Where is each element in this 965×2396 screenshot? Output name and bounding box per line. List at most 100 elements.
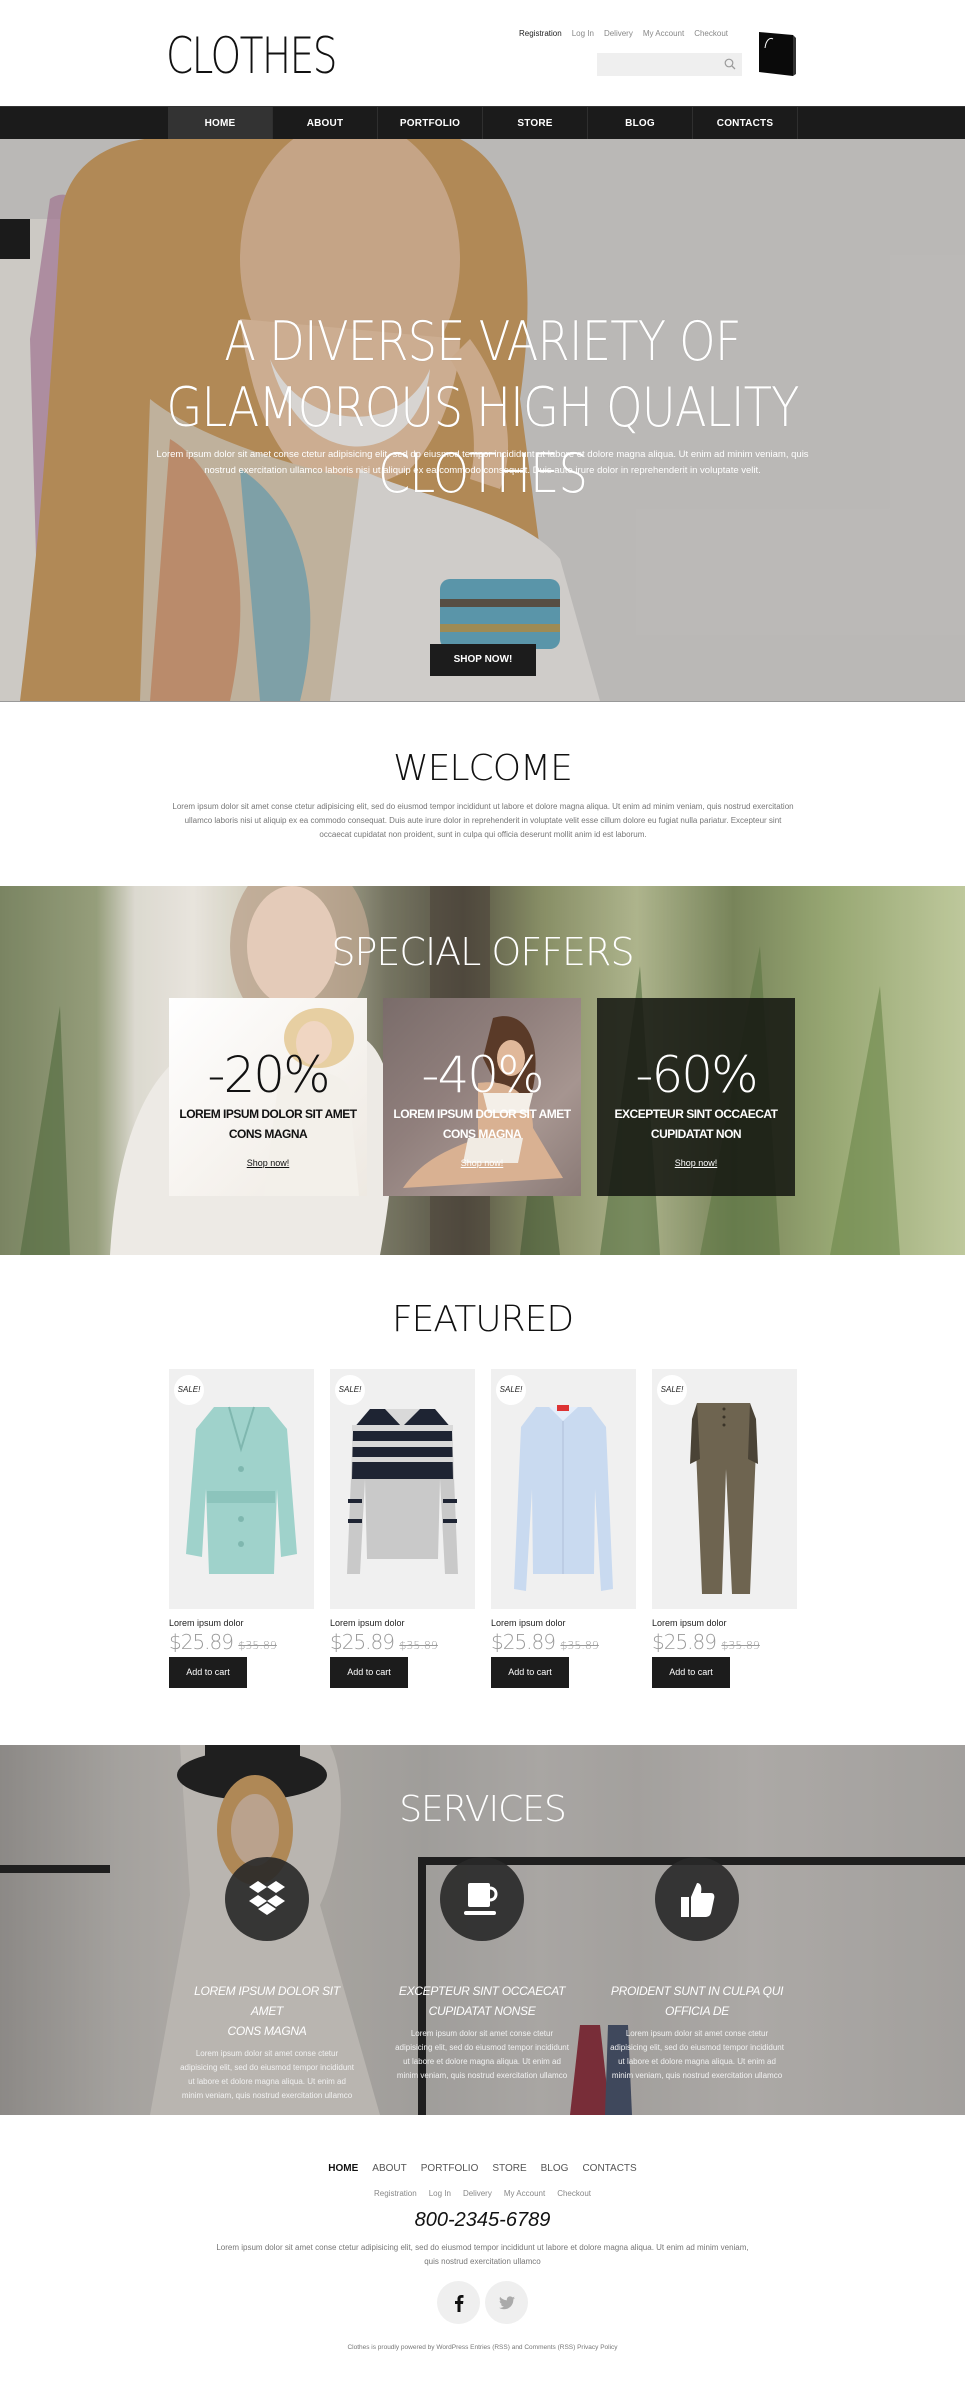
top-link-registration[interactable]: Registration [519, 29, 562, 38]
footer-nav-store[interactable]: STORE [492, 2163, 526, 2174]
sale-badge: SALE! [174, 1375, 204, 1405]
offer-shop-now-link[interactable]: Shop now! [247, 1158, 290, 1168]
shop-now-button[interactable]: SHOP NOW! [430, 644, 536, 676]
footer-link-checkout[interactable]: Checkout [557, 2189, 591, 2198]
footer-link-registration[interactable]: Registration [374, 2189, 417, 2198]
site-header: CLOTHES Registration Log In Delivery My … [0, 0, 965, 106]
product-card: SALE! Lorem ipsum dolor $25.89 $35.89 Ad… [169, 1369, 314, 1688]
sale-badge: SALE! [657, 1375, 687, 1405]
product-name: Lorem ipsum dolor [330, 1618, 405, 1628]
nav-item-store[interactable]: STORE [483, 107, 588, 140]
product-image-link[interactable]: SALE! [169, 1369, 314, 1609]
product-image-olive-trousers [690, 1403, 758, 1594]
shopping-bag-icon[interactable] [757, 30, 797, 76]
product-image-striped-sweater [347, 1409, 458, 1574]
search-input[interactable] [597, 53, 717, 76]
product-old-price: $35.89 [721, 1639, 760, 1652]
sale-badge: SALE! [335, 1375, 365, 1405]
footer-nav-blog[interactable]: BLOG [541, 2163, 569, 2174]
product-image-trench-coat [186, 1406, 297, 1574]
offer-shop-now-link[interactable]: Shop now! [461, 1158, 504, 1168]
main-nav: HOME ABOUT PORTFOLIO STORE BLOG CONTACTS [0, 106, 965, 140]
product-card: SALE! Lorem ipsum dolor $25.89 $35.89 Ad… [330, 1369, 475, 1688]
top-link-delivery[interactable]: Delivery [604, 29, 633, 38]
offer-discount: -20% [207, 1046, 330, 1104]
service-item: EXCEPTEUR SINT OCCAECAT CUPIDATAT NONSE … [392, 1857, 572, 2083]
product-name: Lorem ipsum dolor [491, 1618, 566, 1628]
product-card: SALE! Lorem ipsum dolor $25.89 $35.89 Ad… [652, 1369, 797, 1688]
offer-discount: -60% [635, 1046, 758, 1104]
featured-section: FEATURED SALE! Lorem ipsum dolor $25.89 … [0, 1255, 965, 1745]
footer-nav-portfolio[interactable]: PORTFOLIO [421, 2163, 479, 2174]
services-section: SERVICES LOREM IPSUM DOLOR SIT AMET CONS… [0, 1745, 965, 2115]
footer-nav-about[interactable]: ABOUT [372, 2163, 406, 2174]
social-links [437, 2281, 528, 2324]
service-text: Lorem ipsum dolor sit amet conse ctetur … [610, 2029, 784, 2080]
thumbs-up-icon [681, 1883, 715, 1917]
facebook-icon [454, 2294, 463, 2312]
footer-link-delivery[interactable]: Delivery [463, 2189, 492, 2198]
footer-link-login[interactable]: Log In [429, 2189, 451, 2198]
product-price: $25.89 $35.89 [652, 1630, 760, 1654]
footer-text: Lorem ipsum dolor sit amet conse ctetur … [216, 2243, 749, 2266]
featured-title: FEATURED [391, 1299, 574, 1340]
product-price: $25.89 $35.89 [169, 1630, 277, 1654]
top-link-checkout[interactable]: Checkout [694, 29, 728, 38]
service-item: LOREM IPSUM DOLOR SIT AMET CONS MAGNA Lo… [177, 1857, 357, 2103]
product-card: SALE! Lorem ipsum dolor $25.89 $35.89 Ad… [491, 1369, 636, 1688]
service-title: LOREM IPSUM DOLOR SIT AMET CONS MAGNA [194, 1984, 340, 2038]
sale-badge: SALE! [496, 1375, 526, 1405]
product-image-link[interactable]: SALE! [491, 1369, 636, 1609]
welcome-title: WELCOME [393, 748, 573, 789]
footer-nav-home[interactable]: HOME [328, 2163, 358, 2174]
offer-shop-now-link[interactable]: Shop now! [675, 1158, 718, 1168]
offer-description: LOREM IPSUM DOLOR SIT AMET CONS MAGNA [393, 1107, 571, 1141]
footer-nav: HOME ABOUT PORTFOLIO STORE BLOG CONTACTS [0, 2163, 965, 2174]
search-icon[interactable] [724, 58, 736, 70]
offer-card[interactable]: -20% LOREM IPSUM DOLOR SIT AMET CONS MAG… [169, 998, 367, 1196]
service-item: PROIDENT SUNT IN CULPA QUI OFFICIA DE Lo… [607, 1857, 787, 2083]
nav-item-home[interactable]: HOME [168, 107, 273, 140]
site-footer: HOME ABOUT PORTFOLIO STORE BLOG CONTACTS… [0, 2115, 965, 2396]
product-image-link[interactable]: SALE! [652, 1369, 797, 1609]
add-to-cart-button[interactable]: Add to cart [652, 1657, 730, 1688]
offer-description: EXCEPTEUR SINT OCCAECAT CUPIDATAT NON [614, 1107, 778, 1141]
footer-link-my-account[interactable]: My Account [504, 2189, 545, 2198]
footer-links: Registration Log In Delivery My Account … [0, 2189, 965, 2198]
services-title: SERVICES [399, 1789, 567, 1830]
service-text: Lorem ipsum dolor sit amet conse ctetur … [180, 2049, 354, 2100]
product-old-price: $35.89 [399, 1639, 438, 1652]
add-to-cart-button[interactable]: Add to cart [169, 1657, 247, 1688]
nav-item-portfolio[interactable]: PORTFOLIO [378, 107, 483, 140]
nav-item-blog[interactable]: BLOG [588, 107, 693, 140]
add-to-cart-button[interactable]: Add to cart [491, 1657, 569, 1688]
hero-banner: A DIVERSE VARIETY OF GLAMOROUS HIGH QUAL… [0, 139, 965, 701]
search-box [597, 53, 742, 76]
product-name: Lorem ipsum dolor [652, 1618, 727, 1628]
offer-card[interactable]: -60% EXCEPTEUR SINT OCCAECAT CUPIDATAT N… [597, 998, 795, 1196]
special-offers-title: SPECIAL OFFERS [331, 930, 634, 974]
site-logo[interactable]: CLOTHES [166, 27, 337, 85]
footer-nav-contacts[interactable]: CONTACTS [582, 2163, 636, 2174]
product-image-link[interactable]: SALE! [330, 1369, 475, 1609]
service-title: EXCEPTEUR SINT OCCAECAT CUPIDATAT NONSE [398, 1984, 566, 2018]
twitter-icon [498, 2295, 515, 2309]
welcome-text: Lorem ipsum dolor sit amet conse ctetur … [172, 802, 794, 839]
nav-item-contacts[interactable]: CONTACTS [693, 107, 798, 140]
dropbox-icon [249, 1881, 285, 1915]
twitter-button[interactable] [485, 2281, 528, 2324]
nav-item-about[interactable]: ABOUT [273, 107, 378, 140]
product-old-price: $35.89 [560, 1639, 599, 1652]
top-link-login[interactable]: Log In [572, 29, 594, 38]
offer-description: LOREM IPSUM DOLOR SIT AMET CONS MAGNA [179, 1107, 357, 1141]
facebook-button[interactable] [437, 2281, 480, 2324]
offer-card[interactable]: -40% LOREM IPSUM DOLOR SIT AMET CONS MAG… [383, 998, 581, 1196]
top-links: Registration Log In Delivery My Account … [519, 29, 728, 38]
add-to-cart-button[interactable]: Add to cart [330, 1657, 408, 1688]
product-name: Lorem ipsum dolor [169, 1618, 244, 1628]
hero-text: Lorem ipsum dolor sit amet conse ctetur … [156, 449, 809, 476]
product-old-price: $35.89 [238, 1639, 277, 1652]
top-link-my-account[interactable]: My Account [643, 29, 684, 38]
service-text: Lorem ipsum dolor sit amet conse ctetur … [395, 2029, 569, 2080]
product-image-blue-shirt [514, 1405, 613, 1591]
